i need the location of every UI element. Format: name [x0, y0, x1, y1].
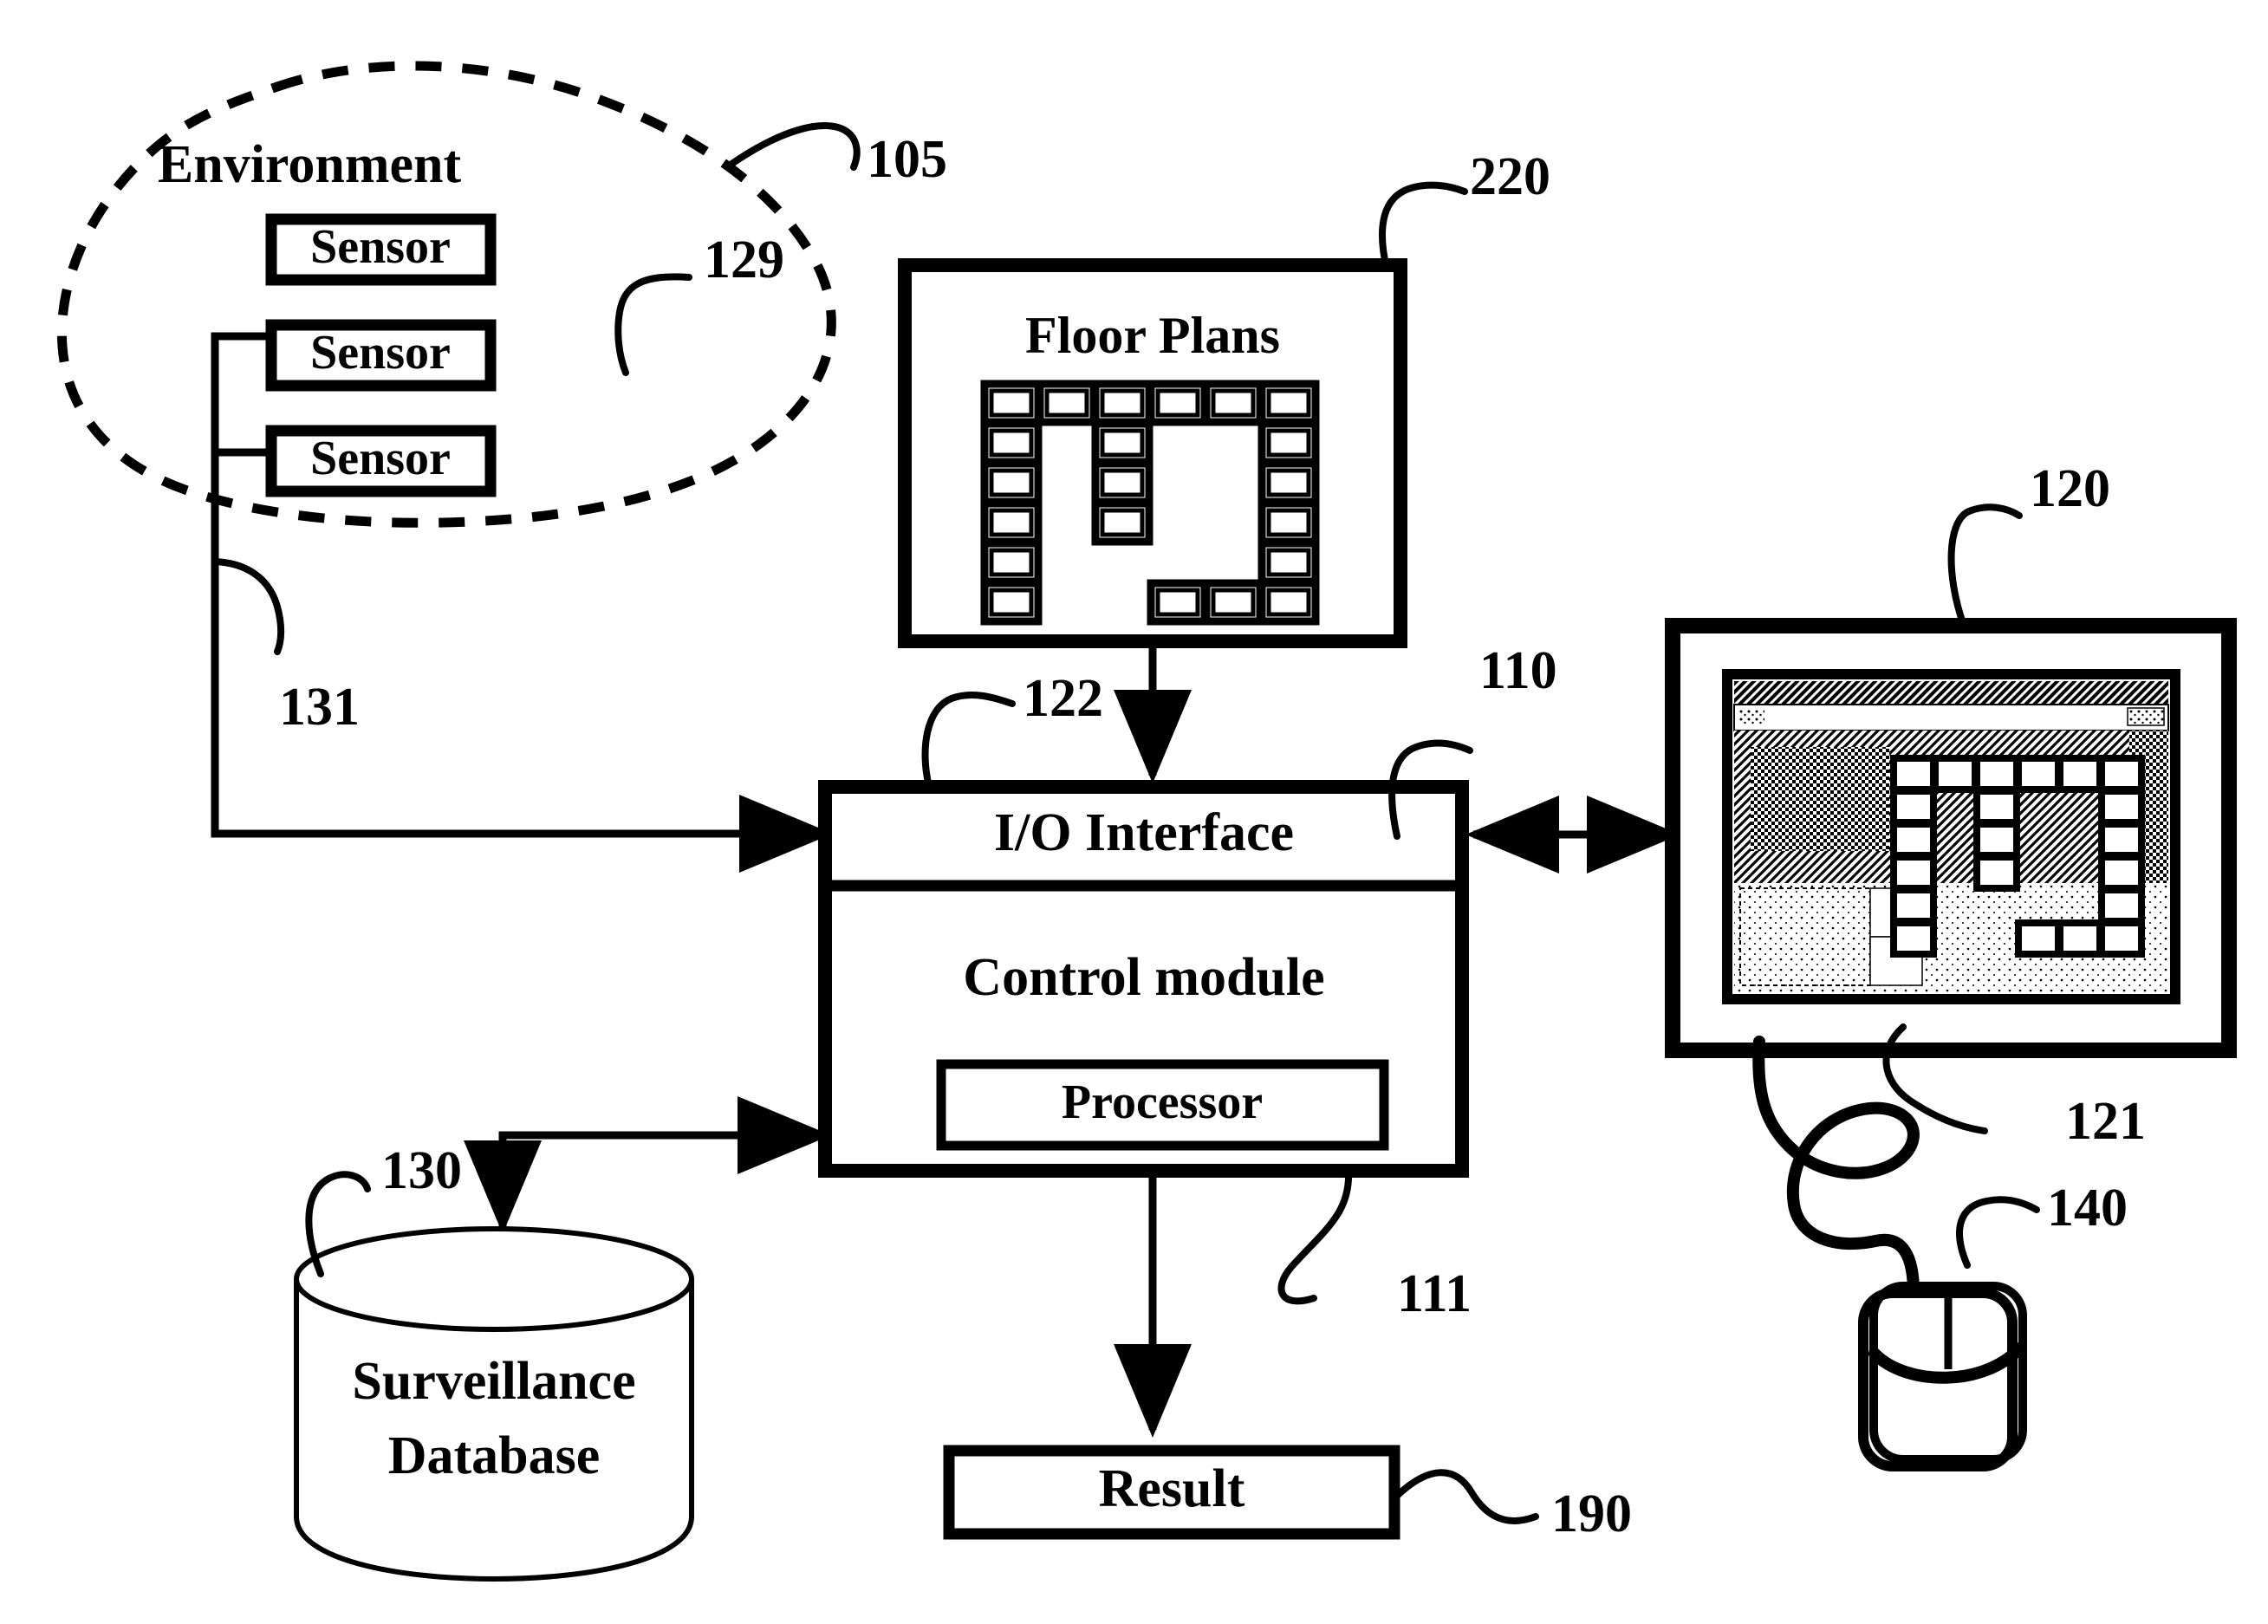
display-screen[interactable] — [1722, 669, 2180, 1004]
control-to-database-line — [464, 1131, 815, 1234]
leader-220 — [1378, 181, 1468, 272]
result-group: Result 190 — [943, 1445, 1632, 1543]
io-interface-label: I/O Interface — [994, 803, 1294, 862]
leader-105 — [725, 122, 861, 171]
result-label: Result — [1099, 1459, 1245, 1518]
sensor-label-2: Sensor — [310, 326, 451, 380]
leader-131 — [211, 558, 285, 655]
ref-105: 105 — [867, 130, 947, 189]
leader-111 — [1277, 1168, 1353, 1305]
ref-121: 121 — [2065, 1092, 2146, 1151]
leader-129 — [614, 273, 692, 376]
ref-110: 110 — [1479, 641, 1557, 700]
database-label-line1: Surveillance — [352, 1352, 635, 1411]
control-module-label: Control module — [963, 948, 1324, 1007]
floor-plans-title: Floor Plans — [1025, 307, 1280, 364]
leader-120 — [1947, 503, 2023, 629]
sensor-label-1: Sensor — [310, 220, 451, 274]
leader-122 — [921, 692, 1016, 790]
ref-190: 190 — [1551, 1484, 1632, 1543]
ref-220: 220 — [1470, 147, 1550, 206]
figure-root: Environment Sensor Sensor Sensor 105 129… — [0, 0, 2268, 1624]
ref-122: 122 — [1023, 669, 1103, 728]
database-group: Surveillance Database 130 — [294, 1096, 831, 1582]
screen-floor-plan-grid — [1890, 755, 2145, 958]
diagram-canvas: Environment Sensor Sensor Sensor 105 129… — [56, 61, 2237, 1582]
screen-titlebar — [1734, 681, 2168, 705]
environment-title: Environment — [158, 135, 462, 194]
screen-toolbar — [1733, 704, 2169, 731]
ref-111: 111 — [1397, 1264, 1472, 1323]
ref-129: 129 — [704, 231, 784, 289]
leader-190 — [1394, 1469, 1539, 1524]
screen-toolbar-button-left — [1738, 708, 1764, 725]
processor-label: Processor — [1062, 1075, 1263, 1129]
sensor-bus-line — [211, 332, 810, 838]
ref-130: 130 — [381, 1141, 462, 1200]
ref-131: 131 — [279, 678, 360, 737]
control-unit-group: I/O Interface Control module Processor 1… — [818, 641, 1680, 1438]
database-cylinder-top — [294, 1226, 694, 1332]
ref-120: 120 — [2030, 459, 2110, 518]
screen-image-thumb — [1751, 747, 1889, 851]
ref-140: 140 — [2047, 1179, 2128, 1237]
floor-plans-group: Floor Plans 220 — [898, 147, 1550, 783]
leader-140 — [1956, 1196, 2040, 1269]
floor-plan-grid — [980, 380, 1320, 626]
environment-group: Environment Sensor Sensor Sensor 105 129… — [56, 61, 947, 873]
sensor-label-3: Sensor — [310, 432, 451, 485]
database-label-line2: Database — [388, 1426, 601, 1485]
screen-toolbar-button-right — [2127, 707, 2165, 726]
